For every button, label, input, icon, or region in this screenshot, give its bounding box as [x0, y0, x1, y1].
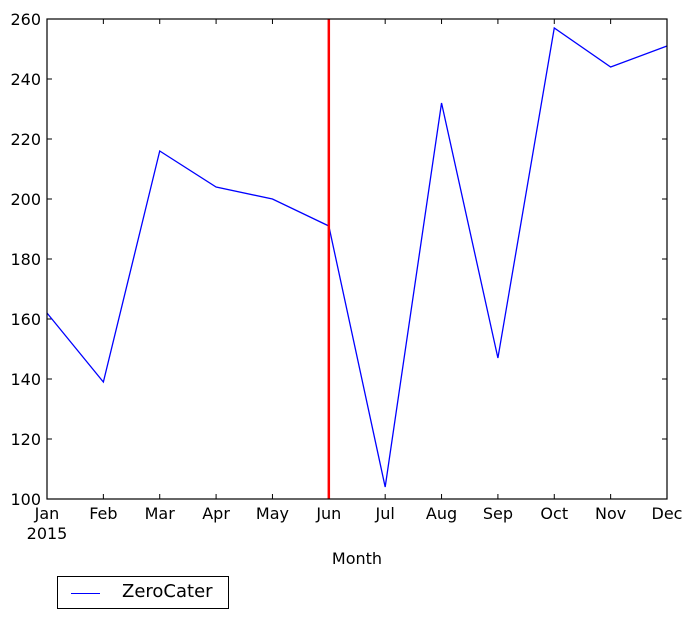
- x-tick-label: Apr: [202, 504, 230, 523]
- y-tick-label: 140: [10, 370, 41, 389]
- chart: 100120140160180200220240260 Jan Feb Mar Apr…: [10, 10, 683, 568]
- x-tick-label: Jun: [315, 504, 341, 523]
- x-tick-label: Sep: [483, 504, 513, 523]
- x-tick-label: Jul: [375, 504, 395, 523]
- plot-frame: [46, 18, 668, 500]
- x-tick-label: Nov: [595, 504, 626, 523]
- x-tick-label: Jan: [34, 504, 60, 523]
- y-tick-label: 220: [10, 130, 41, 149]
- y-tick-label: 260: [10, 10, 41, 29]
- y-axis: 100120140160180200220240260: [10, 10, 667, 509]
- legend-swatch-zerocater: [71, 593, 100, 594]
- x-tick-label: Dec: [652, 504, 683, 523]
- x-tick-label: Aug: [426, 504, 457, 523]
- legend-label-zerocater: ZeroCater: [122, 581, 213, 602]
- y-tick-label: 180: [10, 250, 41, 269]
- y-tick-label: 160: [10, 310, 41, 329]
- x-axis-sublabel: 2015: [27, 524, 68, 543]
- x-tick-label: Oct: [540, 504, 568, 523]
- series-line-zerocater: [46, 26, 668, 488]
- y-tick-label: 120: [10, 430, 41, 449]
- y-tick-label: 200: [10, 190, 41, 209]
- x-tick-label: Mar: [145, 504, 176, 523]
- x-tick-label: Feb: [89, 504, 117, 523]
- y-tick-label: 240: [10, 70, 41, 89]
- series-layer: [46, 19, 668, 499]
- legend: ZeroCater: [57, 576, 229, 609]
- x-tick-label: May: [256, 504, 289, 523]
- x-axis-label: Month: [332, 549, 382, 568]
